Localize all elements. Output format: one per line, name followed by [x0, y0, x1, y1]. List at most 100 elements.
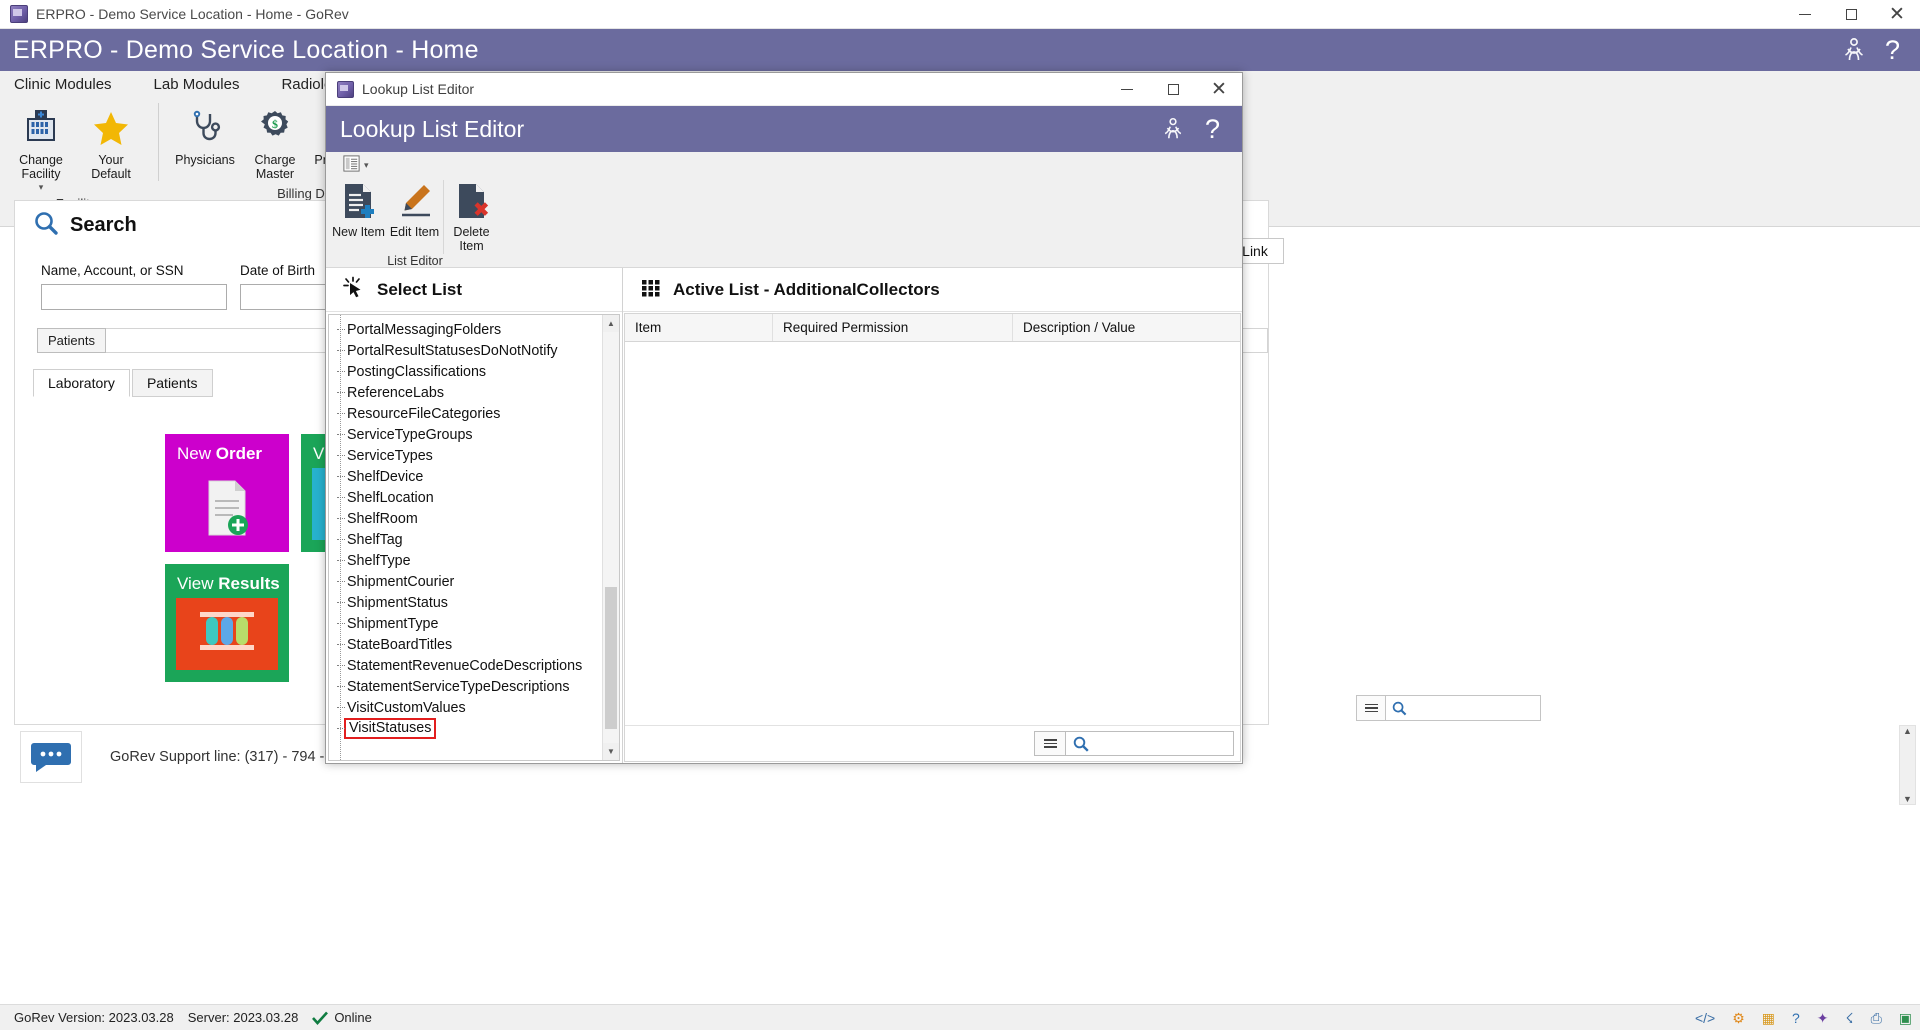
grid-column-description-value[interactable]: Description / Value [1013, 314, 1240, 341]
list-item[interactable]: VisitCustomValues [329, 697, 602, 718]
list-item[interactable]: ShelfRoom [329, 508, 602, 529]
dialog-maximize-button[interactable] [1150, 73, 1196, 106]
window-maximize-button[interactable] [1828, 0, 1874, 29]
printer-icon[interactable]: ⎙ [1871, 1011, 1882, 1025]
list-item[interactable]: PortalMessagingFolders [329, 319, 602, 340]
delete-item-button[interactable]: Delete Item [444, 178, 500, 254]
button-label: New Item [332, 225, 385, 239]
bug-icon[interactable]: ⚙ [1732, 1011, 1745, 1025]
select-list-scrollbar[interactable]: ▲ ▼ [602, 315, 619, 760]
button-label: Edit Item [389, 225, 440, 239]
ribbon-tab-lab-modules[interactable]: Lab Modules [154, 76, 240, 93]
status-server: Server: 2023.03.28 [187, 1010, 299, 1025]
help-icon[interactable]: ? [1885, 36, 1900, 64]
dialog-help-icon[interactable]: ? [1205, 115, 1220, 143]
chart-icon[interactable]: ▣ [1899, 1011, 1912, 1025]
list-item[interactable]: StatementServiceTypeDescriptions [329, 676, 602, 697]
list-item-label: VisitCustomValues [347, 699, 466, 716]
list-item-label: ShipmentCourier [347, 573, 455, 590]
tile-view-results[interactable]: View Results [165, 564, 289, 682]
select-list-panel: Select List PortalMessagingFolders Portal… [326, 268, 623, 763]
scroll-up-arrow[interactable]: ▲ [603, 315, 619, 332]
list-item-label: StatementServiceTypeDescriptions [347, 678, 570, 695]
ribbon-button-charge-master[interactable]: $ Charge Master [240, 101, 310, 186]
document-delete-icon [452, 180, 492, 222]
list-item[interactable]: ShelfTag [329, 529, 602, 550]
dialog-header: Lookup List Editor ? [326, 106, 1242, 152]
tab-laboratory[interactable]: Laboratory [33, 369, 130, 397]
list-item[interactable]: ShelfLocation [329, 487, 602, 508]
help-icon[interactable]: ? [1792, 1011, 1800, 1025]
active-list-title: Active List - AdditionalCollectors [673, 279, 940, 299]
scroll-down-arrow[interactable]: ▼ [603, 743, 619, 760]
list-item[interactable]: ShipmentStatus [329, 592, 602, 613]
select-list-listbox[interactable]: PortalMessagingFolders PortalResultStatus… [328, 314, 620, 761]
list-item-label: StatementRevenueCodeDescriptions [347, 657, 583, 674]
list-item-label: ShelfTag [347, 531, 403, 548]
grid-search-input[interactable] [1066, 731, 1234, 756]
grid-body[interactable] [625, 342, 1240, 725]
ribbon-tab-clinic-modules[interactable]: Clinic Modules [14, 76, 112, 93]
list-item[interactable]: ResourceFileCategories [329, 403, 602, 424]
tab-patients[interactable]: Patients [131, 369, 213, 397]
user-profile-icon[interactable] [1841, 36, 1867, 64]
list-icon[interactable] [342, 154, 361, 177]
ribbon-button-label: Your Default [91, 153, 131, 182]
grid-column-required-permission[interactable]: Required Permission [773, 314, 1013, 341]
list-item[interactable]: ServiceTypes [329, 445, 602, 466]
user-profile-icon[interactable] [1161, 116, 1185, 142]
window-titlebar: ERPRO - Demo Service Location - Home - G… [0, 0, 1920, 29]
new-item-button[interactable]: New Item [331, 178, 387, 254]
patients-filter-button[interactable]: Patients [37, 328, 106, 353]
chat-bubble-icon[interactable] [20, 731, 82, 783]
ribbon-button-your-default[interactable]: Your Default [76, 101, 146, 186]
list-item[interactable]: ShelfDevice [329, 466, 602, 487]
tools-icon[interactable]: ✦ [1817, 1011, 1829, 1025]
list-item[interactable]: ShelfType [329, 550, 602, 571]
ribbon-button-change-facility[interactable]: Change Facility ▾ [6, 101, 76, 196]
window-title: ERPRO - Demo Service Location - Home - G… [36, 6, 349, 22]
scroll-up-arrow[interactable]: ▲ [1903, 726, 1912, 736]
app-icon[interactable]: ▦ [1762, 1011, 1775, 1025]
window-close-button[interactable]: ✕ [1874, 0, 1920, 29]
chevron-down-icon[interactable]: ▾ [364, 160, 369, 171]
background-search-input[interactable] [1386, 695, 1541, 721]
list-item[interactable]: ShipmentType [329, 613, 602, 634]
hamburger-icon[interactable] [1356, 695, 1386, 721]
list-item[interactable]: PortalResultStatusesDoNotNotify [329, 340, 602, 361]
grid-filter-button[interactable] [1034, 731, 1066, 756]
tile-line1: View [177, 574, 214, 593]
list-item[interactable]: StatementRevenueCodeDescriptions [329, 655, 602, 676]
magnifier-icon [1073, 736, 1089, 752]
list-item[interactable]: ServiceTypeGroups [329, 424, 602, 445]
tile-new-order[interactable]: New Order [165, 434, 289, 552]
tile-line2: Results [218, 574, 280, 593]
list-item[interactable]: StateBoardTitles [329, 634, 602, 655]
list-item[interactable]: ShipmentCourier [329, 571, 602, 592]
ribbon-button-physicians[interactable]: Physicians [170, 101, 240, 171]
list-item-label: PortalResultStatusesDoNotNotify [347, 342, 558, 359]
list-item-label: ServiceTypes [347, 447, 433, 464]
list-item-label: ResourceFileCategories [347, 405, 501, 422]
plug-icon[interactable]: ☇ [1846, 1011, 1854, 1025]
app-header-title: ERPRO - Demo Service Location - Home [13, 35, 479, 64]
list-item[interactable]: ReferenceLabs [329, 382, 602, 403]
svg-text:$: $ [272, 117, 278, 131]
scroll-down-arrow[interactable]: ▼ [1903, 794, 1912, 804]
scrollbar-thumb[interactable] [605, 587, 617, 729]
chevron-down-icon[interactable]: ▾ [39, 182, 44, 192]
dialog-close-button[interactable]: ✕ [1196, 73, 1242, 106]
dialog-minimize-button[interactable] [1104, 73, 1150, 106]
background-vertical-scrollbar[interactable]: ▲ ▼ [1899, 725, 1916, 805]
list-item-label: ShelfLocation [347, 489, 434, 506]
list-item-label: ShelfType [347, 552, 411, 569]
list-item[interactable]: PostingClassifications [329, 361, 602, 382]
window-minimize-button[interactable] [1782, 0, 1828, 29]
select-list-title: Select List [377, 279, 463, 299]
document-add-icon [339, 180, 379, 222]
search-input-name-account-ssn[interactable] [41, 284, 227, 310]
grid-column-item[interactable]: Item [625, 314, 773, 341]
code-icon[interactable]: </> [1695, 1011, 1715, 1025]
edit-item-button[interactable]: Edit Item [387, 178, 443, 254]
list-item[interactable]: VisitStatuses [329, 718, 602, 739]
